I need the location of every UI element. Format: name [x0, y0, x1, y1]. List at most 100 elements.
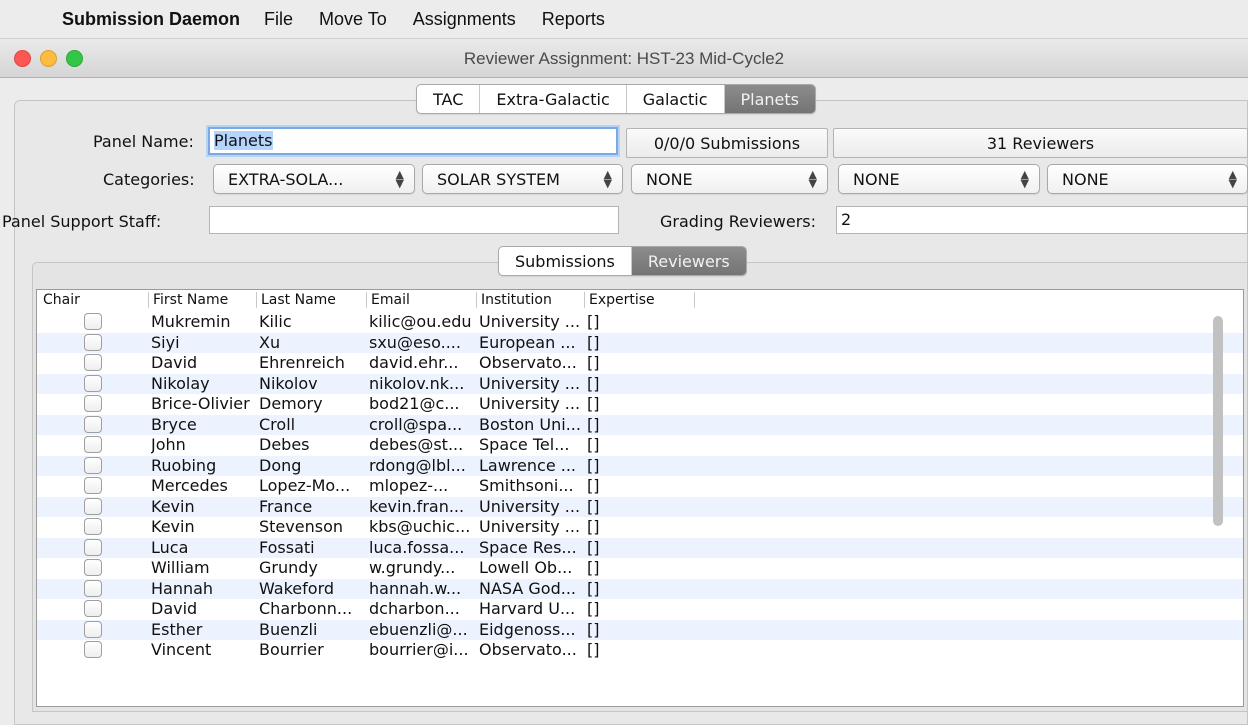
tab-galactic[interactable]: Galactic	[627, 85, 725, 113]
table-row[interactable]: Mercedes Lopez-Mo... mlopez-... Smithsoni..…	[37, 476, 1243, 497]
window-title-bar: Reviewer Assignment: HST-23 Mid-Cycle2	[0, 38, 1248, 78]
panel-name-input[interactable]: Planets	[208, 127, 618, 155]
expertise-cell: []	[587, 641, 600, 659]
menu-reports[interactable]: Reports	[542, 9, 605, 30]
last-name-cell: Stevenson	[259, 518, 343, 536]
table-row[interactable]: Luca Fossati luca.fossa... Space Res... []	[37, 537, 1243, 558]
reviewers-count: 31 Reviewers	[833, 128, 1248, 158]
column-email[interactable]: Email	[367, 292, 477, 308]
table-row[interactable]: Esther Buenzli ebuenzli@... Eidgenoss... []	[37, 619, 1243, 640]
table-row[interactable]: William Grundy w.grundy... Lowell Ob... []	[37, 558, 1243, 579]
category-select-3[interactable]: NONE ▲ ▼	[631, 164, 828, 194]
expertise-cell: []	[587, 600, 600, 618]
expertise-cell: []	[587, 559, 600, 577]
table-row[interactable]: Mukremin Kilic kilic@ou.edu University ... […	[37, 312, 1243, 333]
table-row[interactable]: David Ehrenreich david.ehr... Observato... […	[37, 353, 1243, 374]
category-select-4[interactable]: NONE ▲ ▼	[838, 164, 1040, 194]
chair-checkbox[interactable]	[84, 497, 102, 515]
tab-planets[interactable]: Planets	[724, 85, 815, 113]
tab-tac[interactable]: TAC	[417, 85, 481, 113]
table-row[interactable]: John Debes debes@st... Space Tel... []	[37, 435, 1243, 456]
support-staff-input[interactable]	[209, 206, 619, 234]
email-cell: david.ehr...	[369, 354, 459, 372]
table-row[interactable]: Vincent Bourrier bourrier@i... Observato...…	[37, 640, 1243, 661]
chair-checkbox[interactable]	[84, 374, 102, 392]
email-cell: w.grundy...	[369, 559, 456, 577]
institution-cell: Lowell Ob...	[479, 559, 573, 577]
chair-checkbox[interactable]	[84, 518, 102, 535]
institution-cell: University ...	[479, 497, 581, 516]
expertise-cell: []	[587, 313, 600, 331]
column-institution[interactable]: Institution	[477, 292, 585, 308]
table-body: Mukremin Kilic kilic@ou.edu University ... […	[37, 312, 1243, 661]
category-select-5[interactable]: NONE ▲ ▼	[1047, 164, 1248, 194]
chair-checkbox[interactable]	[84, 538, 102, 556]
menu-file[interactable]: File	[264, 9, 293, 30]
table-row[interactable]: Brice-Olivier Demory bod21@c... University …	[37, 394, 1243, 415]
menu-assignments[interactable]: Assignments	[413, 9, 516, 30]
email-cell: nikolov.nk...	[369, 374, 465, 393]
table-header: Chair First Name Last Name Email Institu…	[37, 290, 1243, 310]
chair-checkbox[interactable]	[84, 436, 102, 453]
first-name-cell: Hannah	[151, 579, 214, 598]
app-menu[interactable]: Submission Daemon	[62, 9, 240, 30]
table-row[interactable]: Kevin France kevin.fran... University ... []	[37, 496, 1243, 517]
institution-cell: Space Tel...	[479, 436, 570, 454]
content-tabs: Submissions Reviewers	[498, 246, 747, 276]
tab-submissions[interactable]: Submissions	[499, 247, 632, 275]
last-name-cell: Grundy	[259, 559, 318, 577]
column-chair[interactable]: Chair	[39, 292, 149, 308]
expertise-cell: []	[587, 456, 600, 475]
email-cell: mlopez-...	[369, 477, 449, 495]
updown-arrows-icon: ▲ ▼	[1228, 168, 1237, 190]
table-row[interactable]: Hannah Wakeford hannah.w... NASA God... []	[37, 578, 1243, 599]
chair-checkbox[interactable]	[84, 579, 102, 597]
chair-checkbox[interactable]	[84, 559, 102, 576]
category-1-value: EXTRA-SOLA...	[228, 169, 344, 189]
institution-cell: Lawrence ...	[479, 456, 576, 475]
chair-checkbox[interactable]	[84, 333, 102, 351]
table-row[interactable]: David Charbonn... dcharbon... Harvard U... […	[37, 599, 1243, 620]
grading-reviewers-input[interactable]: 2	[836, 206, 1248, 234]
tab-extra-galactic[interactable]: Extra-Galactic	[480, 85, 627, 113]
expertise-cell: []	[587, 395, 600, 413]
expertise-cell: []	[587, 620, 600, 639]
institution-cell: University ...	[479, 374, 581, 393]
table-row[interactable]: Nikolay Nikolov nikolov.nk... University ..…	[37, 373, 1243, 394]
first-name-cell: David	[151, 600, 198, 618]
last-name-cell: Debes	[259, 436, 310, 454]
panel-name-value: Planets	[214, 131, 273, 150]
category-4-value: NONE	[853, 169, 900, 189]
chair-checkbox[interactable]	[84, 620, 102, 638]
first-name-cell: Vincent	[151, 641, 212, 659]
column-last-name[interactable]: Last Name	[257, 292, 367, 308]
chair-checkbox[interactable]	[84, 641, 102, 658]
chair-checkbox[interactable]	[84, 600, 102, 617]
first-name-cell: Nikolay	[151, 374, 210, 393]
table-row[interactable]: Ruobing Dong rdong@lbl... Lawrence ... []	[37, 455, 1243, 476]
table-row[interactable]: Kevin Stevenson kbs@uchic... University ...…	[37, 517, 1243, 538]
last-name-cell: Bourrier	[259, 641, 324, 659]
menu-move-to[interactable]: Move To	[319, 9, 387, 30]
chair-checkbox[interactable]	[84, 477, 102, 494]
table-row[interactable]: Bryce Croll croll@spa... Boston Uni... []	[37, 414, 1243, 435]
chair-checkbox[interactable]	[84, 456, 102, 474]
first-name-cell: John	[151, 436, 186, 454]
chair-checkbox[interactable]	[84, 313, 102, 330]
column-first-name[interactable]: First Name	[149, 292, 257, 308]
last-name-cell: Xu	[259, 333, 281, 352]
email-cell: dcharbon...	[369, 600, 460, 618]
category-select-1[interactable]: EXTRA-SOLA... ▲ ▼	[213, 164, 415, 194]
expertise-cell: []	[587, 518, 600, 536]
vertical-scrollbar[interactable]	[1213, 316, 1223, 526]
category-select-2[interactable]: SOLAR SYSTEM ▲ ▼	[422, 164, 623, 194]
chair-checkbox[interactable]	[84, 415, 102, 433]
last-name-cell: Wakeford	[259, 579, 335, 598]
column-expertise[interactable]: Expertise	[585, 292, 695, 308]
chair-checkbox[interactable]	[84, 395, 102, 412]
email-cell: rdong@lbl...	[369, 456, 466, 475]
tab-reviewers[interactable]: Reviewers	[631, 247, 746, 275]
menu-bar: Submission Daemon File Move To Assignmen…	[0, 0, 1248, 38]
chair-checkbox[interactable]	[84, 354, 102, 371]
table-row[interactable]: Siyi Xu sxu@eso.... European ... []	[37, 332, 1243, 353]
